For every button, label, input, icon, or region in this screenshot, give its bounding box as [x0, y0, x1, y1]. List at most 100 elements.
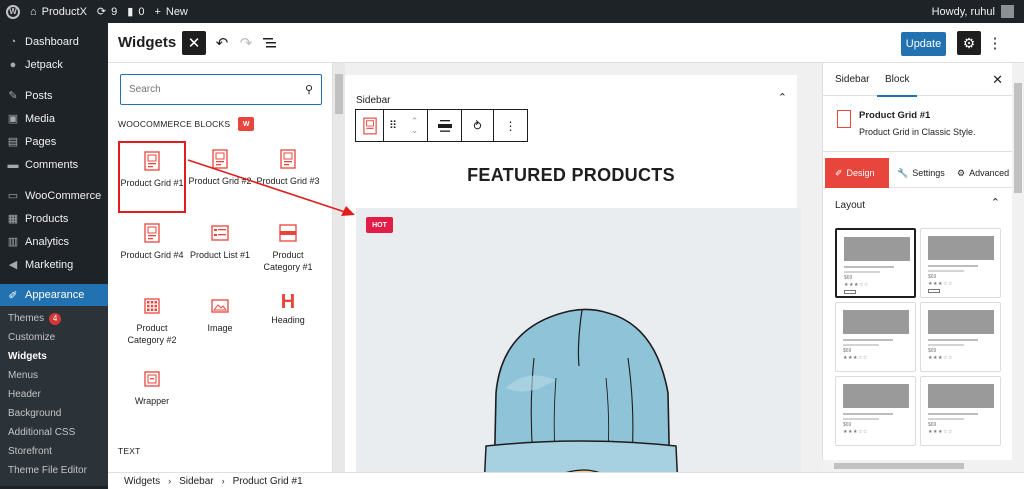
updates-link[interactable]: ⟳ 9 [97, 5, 118, 19]
product-image[interactable]: HOT [356, 208, 801, 472]
product-category-icon [279, 223, 297, 243]
layout-price: $69 [843, 348, 852, 354]
scrollbar-thumb[interactable] [834, 463, 964, 469]
undo-button[interactable]: ↶ [212, 33, 232, 53]
more-vertical-icon: ⋮ [504, 118, 517, 133]
user-account-menu[interactable]: Howdy, ruhul [932, 0, 1014, 23]
chevron-down-icon[interactable]: ⌄ [411, 125, 419, 134]
wordpress-logo-icon[interactable]: W [6, 4, 20, 19]
block-type-button[interactable] [356, 110, 384, 141]
layout-option-3[interactable]: $69 ★★★☆☆ [835, 302, 916, 372]
update-button[interactable]: Update [901, 32, 946, 56]
drag-handle[interactable]: ⠿ [384, 110, 402, 141]
new-content-link[interactable]: + New [154, 6, 187, 18]
redo-button[interactable]: ↷ [236, 33, 256, 53]
menu-item-media[interactable]: ▣ Media [0, 107, 108, 130]
submenu-item-additional-css[interactable]: Additional CSS [0, 423, 108, 442]
block-product-grid-4[interactable]: Product Grid #4 [118, 215, 186, 287]
close-icon[interactable]: ✕ [992, 72, 1003, 88]
layout-image-placeholder [843, 310, 909, 334]
layout-price: $69 [928, 274, 937, 280]
menu-item-comments[interactable]: ▬ Comments [0, 153, 108, 176]
settings-horizontal-scrollbar[interactable] [822, 460, 1012, 472]
submenu-item-background[interactable]: Background [0, 404, 108, 423]
list-view-button[interactable] [260, 33, 280, 53]
menu-item-dashboard[interactable]: ◔ Dashboard [0, 30, 108, 53]
scrollbar-thumb[interactable] [335, 74, 343, 114]
submenu-item-widgets[interactable]: Widgets [0, 347, 108, 366]
breadcrumb-item[interactable]: Widgets [124, 476, 160, 487]
breadcrumb-item[interactable]: Sidebar [179, 476, 213, 487]
tab-design[interactable]: ✐ Design [825, 158, 889, 188]
site-name-label: ProductX [41, 5, 87, 18]
layout-option-4[interactable]: $69 ★★★☆☆ [920, 302, 1001, 372]
layout-price: $69 [844, 275, 853, 281]
menu-item-appearance[interactable]: ✐ Appearance [0, 284, 108, 306]
block-search-input[interactable] [129, 84, 279, 95]
block-label: Product Grid #3 [256, 176, 320, 186]
chevron-up-icon[interactable]: ⌃ [991, 196, 1000, 209]
menu-item-posts[interactable]: ✎ Posts [0, 84, 108, 107]
layout-option-6[interactable]: $69 ★★★☆☆ [920, 376, 1001, 446]
submenu-item-storefront[interactable]: Storefront [0, 442, 108, 461]
block-label: Product Grid #4 [120, 250, 184, 260]
tab-sidebar[interactable]: Sidebar [835, 74, 869, 85]
submenu-item-menus[interactable]: Menus [0, 366, 108, 385]
menu-item-woocommerce[interactable]: ▭ WooCommerce [0, 184, 108, 207]
layout-option-5[interactable]: $69 ★★★☆☆ [835, 376, 916, 446]
chevron-right-icon: › [221, 476, 225, 486]
menu-label: Products [25, 212, 69, 225]
settings-toggle-button[interactable]: ⚙ [957, 31, 981, 55]
comments-link[interactable]: ▮ 0 [127, 5, 144, 19]
updates-count: 9 [111, 5, 118, 18]
options-menu-button[interactable]: ⋮ [988, 33, 1003, 53]
block-options-button[interactable]: ⋮ [494, 110, 527, 141]
block-label: Product Category #1 [263, 250, 313, 272]
chevron-up-icon[interactable]: ⌃ [778, 91, 787, 104]
canvas-scrollbar[interactable] [333, 63, 345, 472]
move-buttons[interactable]: ⌃ ⌄ [402, 110, 428, 141]
block-image[interactable]: Image [186, 288, 254, 360]
product-grid-icon [362, 117, 377, 134]
submenu-label: Header [8, 389, 41, 400]
submenu-item-theme-file-editor[interactable]: Theme File Editor [0, 461, 108, 480]
block-wrapper[interactable]: Wrapper [118, 361, 186, 433]
align-button[interactable] [428, 110, 462, 141]
product-grid-icon [211, 149, 229, 169]
site-name-link[interactable]: ⌂ ProductX [30, 6, 87, 18]
block-heading[interactable]: H Heading [254, 288, 322, 360]
layout-rating: ★★★☆☆ [928, 281, 953, 287]
scrollbar-thumb[interactable] [1014, 83, 1022, 193]
tab-settings[interactable]: 🔧 Settings [897, 158, 945, 188]
tab-block[interactable]: Block [876, 74, 919, 97]
home-icon: ⌂ [30, 5, 37, 18]
submenu-item-customize[interactable]: Customize [0, 328, 108, 347]
submenu-item-header[interactable]: Header [0, 385, 108, 404]
block-product-list-1[interactable]: Product List #1 [186, 215, 254, 287]
menu-item-analytics[interactable]: ▥ Analytics [0, 230, 108, 253]
block-product-category-2[interactable]: Product Category #2 [118, 288, 186, 360]
menu-item-pages[interactable]: ▤ Pages [0, 130, 108, 153]
block-product-grid-1[interactable]: Product Grid #1 [118, 141, 186, 213]
menu-item-jetpack[interactable]: ● Jetpack [0, 53, 108, 76]
search-icon[interactable]: ⚲ [305, 83, 313, 96]
layout-rating: ★★★☆☆ [928, 429, 953, 435]
menu-label: WooCommerce [25, 189, 102, 202]
submenu-item-themes[interactable]: Themes 4 [0, 309, 108, 328]
settings-scrollbar[interactable] [1012, 63, 1024, 472]
block-product-grid-3[interactable]: Product Grid #3 [254, 141, 322, 213]
block-product-grid-2[interactable]: Product Grid #2 [186, 141, 254, 213]
menu-item-marketing[interactable]: ◀ Marketing [0, 253, 108, 276]
tab-advanced[interactable]: ⚙ Advanced [957, 158, 1009, 188]
menu-item-products[interactable]: ▦ Products [0, 207, 108, 230]
menu-label: Jetpack [25, 58, 63, 71]
close-inserter-button[interactable]: ✕ [182, 31, 206, 55]
wrench-icon: 🔧 [897, 167, 909, 178]
layout-option-1[interactable]: $69 ★★★☆☆ [835, 228, 916, 298]
media-icon: ▣ [7, 113, 19, 125]
transform-button[interactable]: ⥁ [462, 110, 494, 141]
layout-option-2[interactable]: $69 ★★★☆☆ [920, 228, 1001, 298]
menu-label: Marketing [25, 258, 74, 271]
block-product-category-1[interactable]: Product Category #1 [254, 215, 322, 287]
layout-title-line [928, 265, 978, 267]
